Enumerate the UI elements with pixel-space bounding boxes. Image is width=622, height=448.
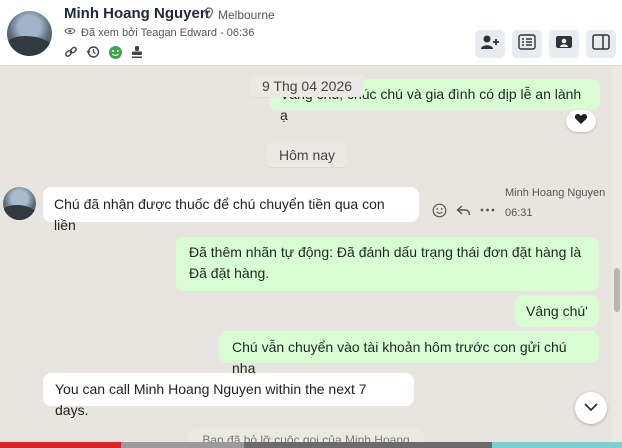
sender-avatar[interactable]: [3, 187, 36, 220]
scroll-to-bottom-button[interactable]: [575, 392, 607, 424]
message-text: Chú vẫn chuyển vào tài khoản hôm trước c…: [232, 339, 567, 376]
reaction-badge[interactable]: [566, 110, 596, 132]
message-text-line-1: Đã thêm nhãn tự động: Đã đánh dấu trạng …: [189, 244, 582, 260]
more-icon[interactable]: [479, 202, 495, 218]
map-pin-icon: [203, 7, 215, 22]
contact-card-icon: [555, 34, 573, 55]
bottom-strip: [0, 442, 622, 448]
chat-area: Vâng chú, chúc chú và gia đình có dịp lễ…: [0, 66, 612, 448]
sidebar-toggle-button[interactable]: [586, 30, 616, 58]
chat-header: Minh Hoang Nguyen Melbourne Đã xem bởi T…: [0, 0, 622, 66]
call-notice-message[interactable]: You can call Minh Hoang Nguyen within th…: [43, 373, 414, 418]
strip-segment-gray: [121, 442, 244, 448]
history-icon[interactable]: [85, 44, 101, 60]
add-person-icon: [480, 34, 500, 55]
seen-text: Đã xem bởi Teagan Edward - 06:36: [81, 26, 255, 39]
header-quick-actions: [63, 44, 145, 60]
reply-icon[interactable]: [455, 202, 471, 218]
message-time: 06:31: [505, 207, 533, 219]
today-separator: Hôm nay: [267, 143, 348, 167]
chat-scrollbar[interactable]: [612, 66, 622, 448]
emoji-icon[interactable]: [431, 202, 447, 218]
contact-card-button[interactable]: [549, 30, 579, 58]
strip-segment-red: [0, 442, 121, 448]
date-separator: 9 Thg 04 2026: [250, 75, 365, 97]
sidebar-panel-icon: [592, 33, 610, 55]
link-icon[interactable]: [63, 44, 79, 60]
message-text: Chú đã nhận được thuốc để chú chuyển tiề…: [54, 196, 385, 233]
header-actions: [475, 30, 616, 58]
strip-segment-teal: [492, 442, 622, 448]
message-text: You can call Minh Hoang Nguyen within th…: [55, 381, 367, 418]
outgoing-message[interactable]: Chú vẫn chuyển vào tài khoản hôm trước c…: [219, 331, 599, 376]
sender-name: Minh Hoang Nguyen: [505, 187, 606, 199]
contact-name[interactable]: Minh Hoang Nguyen: [64, 5, 209, 22]
outgoing-message[interactable]: Vâng chú': [515, 295, 599, 327]
seen-status: Đã xem bởi Teagan Edward - 06:36: [64, 26, 254, 39]
message-actions: [431, 202, 495, 218]
scrollbar-thumb[interactable]: [614, 268, 620, 312]
stamp-icon[interactable]: [129, 44, 145, 60]
eye-icon: [64, 26, 76, 39]
add-person-button[interactable]: [475, 30, 505, 58]
heart-icon: [574, 112, 588, 130]
message-text-line-2: Đã đặt hàng.: [189, 265, 270, 281]
list-button[interactable]: [512, 30, 542, 58]
contact-avatar[interactable]: [7, 11, 52, 56]
auto-label-message[interactable]: Đã thêm nhãn tự động: Đã đánh dấu trạng …: [176, 237, 599, 291]
message-text: Vâng chú': [526, 303, 588, 319]
list-icon: [518, 33, 536, 55]
contact-location: Melbourne: [203, 7, 275, 22]
chevron-down-icon: [583, 399, 599, 417]
location-text: Melbourne: [218, 7, 275, 22]
incoming-message[interactable]: Chú đã nhận được thuốc để chú chuyển tiề…: [43, 187, 419, 233]
strip-segment-dark: [244, 442, 492, 448]
smile-icon[interactable]: [107, 44, 123, 60]
